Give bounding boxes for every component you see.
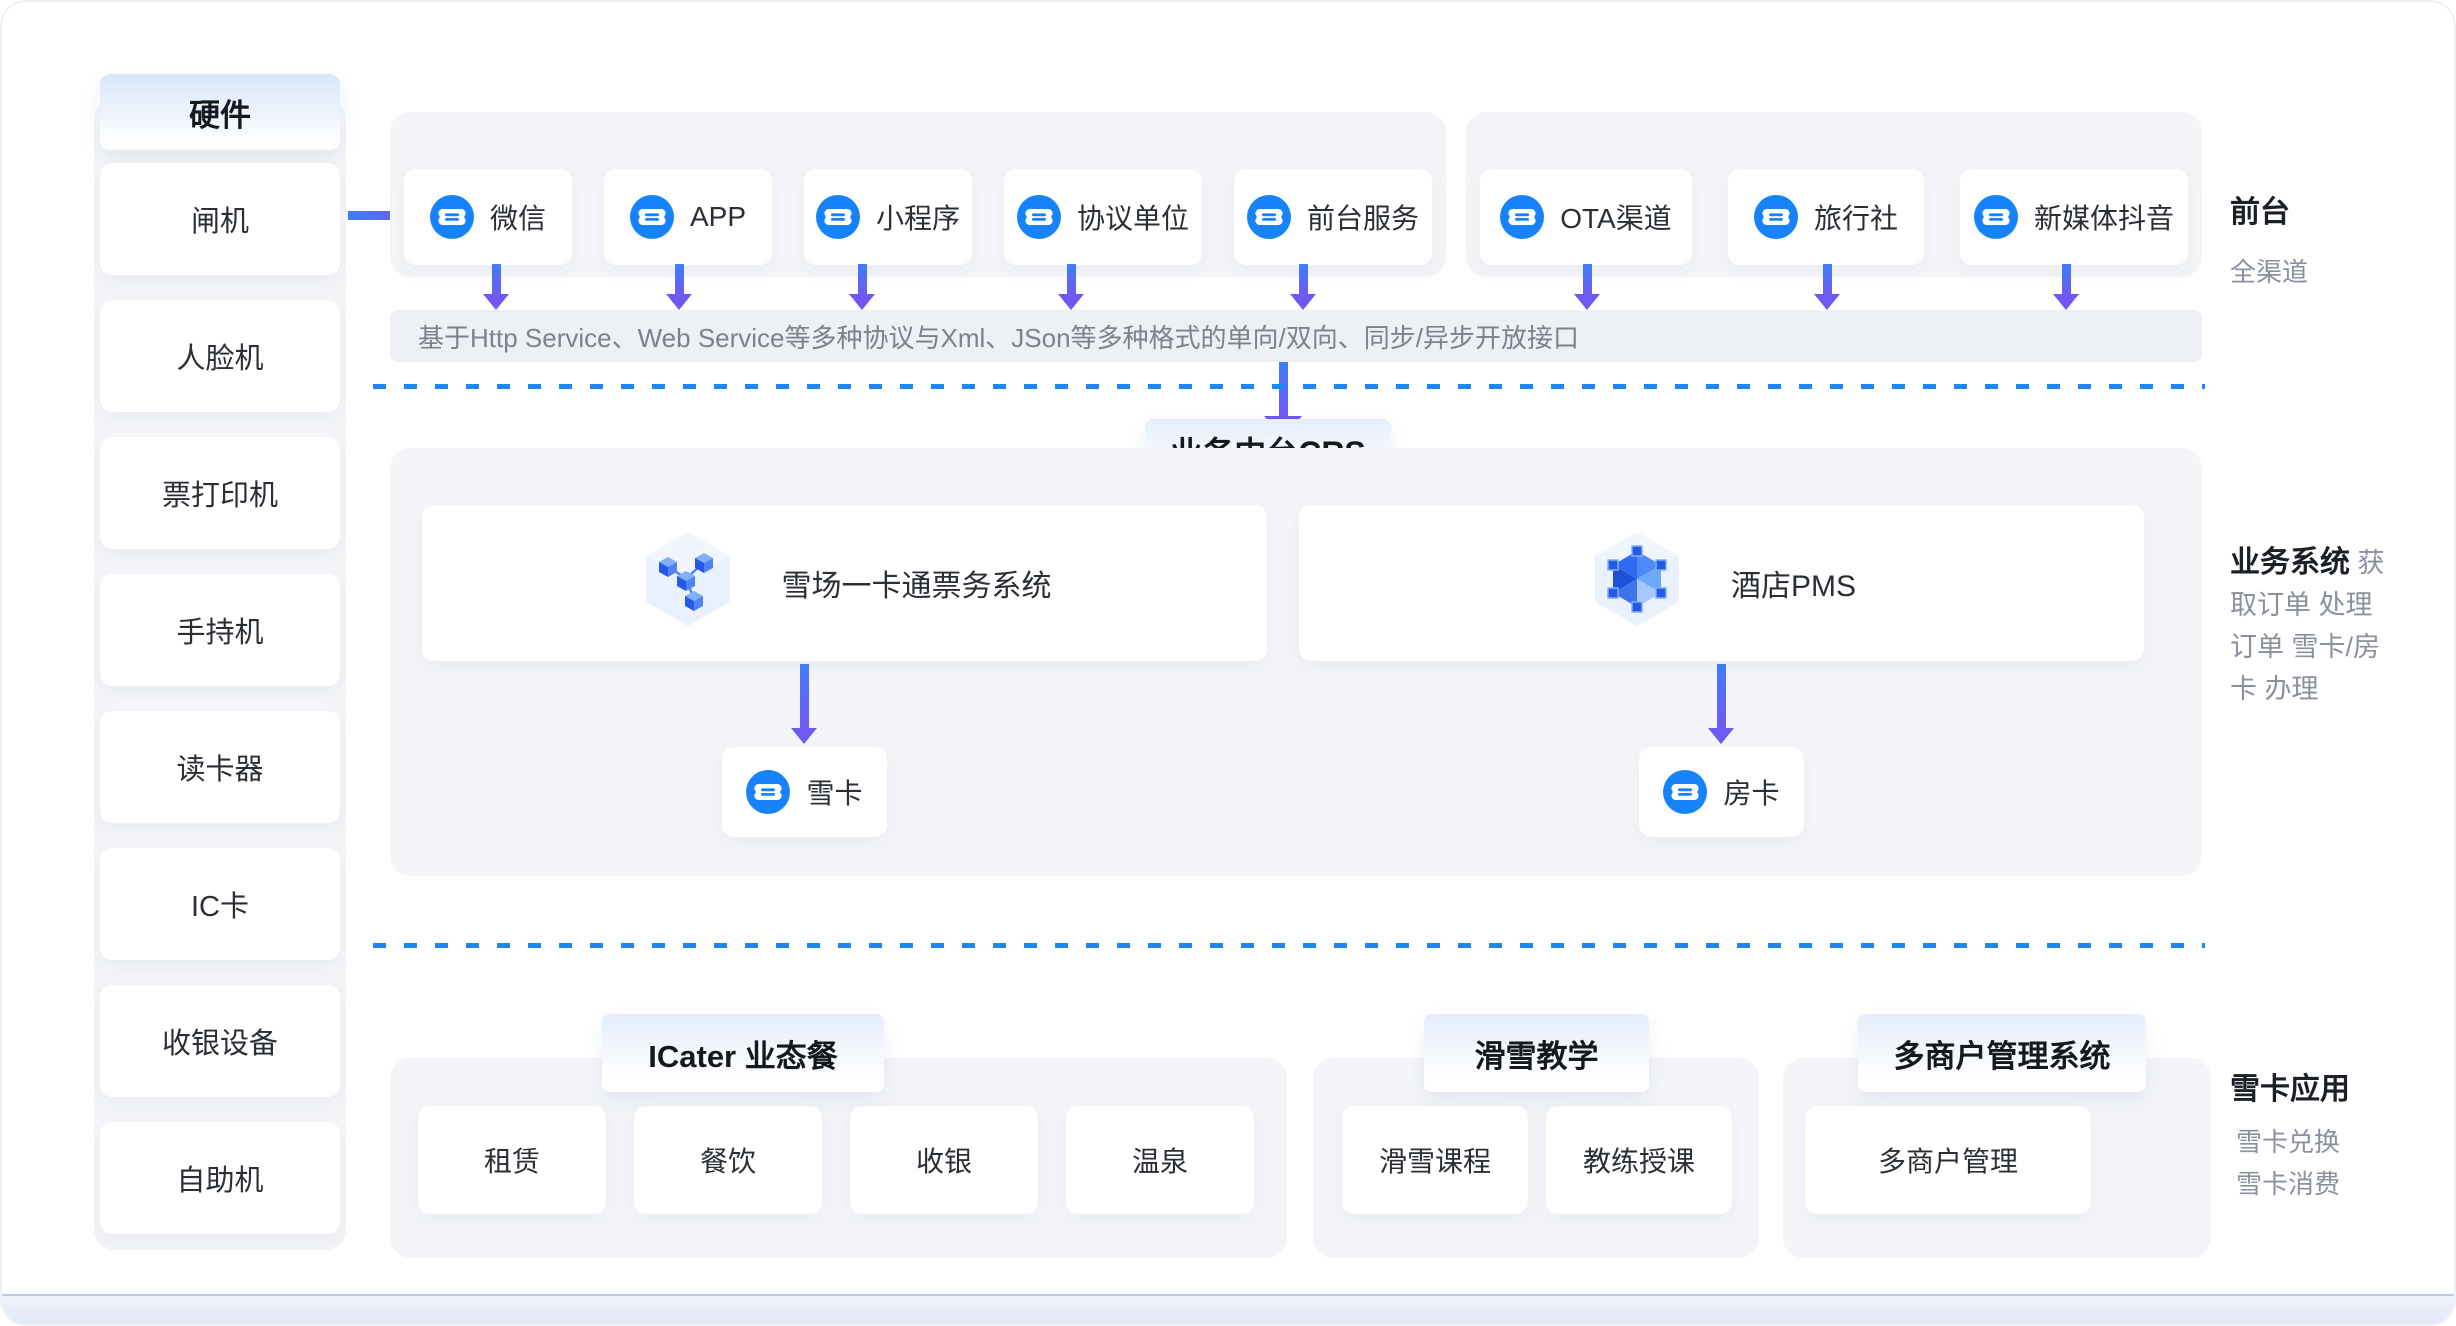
snow-card-consume-label: 雪卡消费 [2236,1164,2340,1201]
channel-ota: OTA渠道 [1480,169,1692,265]
icater-item-hotspring: 温泉 [1066,1106,1254,1214]
architecture-diagram: 硬件 闸机 人脸机 票打印机 手持机 读卡器 IC卡 收银设备 自助机 微信 A… [0,0,2456,1326]
card-ticket-icon [1017,195,1061,239]
arrow-frontdesk-to-gateway [1290,264,1316,310]
hardware-item-card-reader: 读卡器 [100,711,340,823]
hardware-item-cashier-device: 收银设备 [100,985,340,1097]
arrow-agreement-to-gateway [1058,264,1084,310]
card-ticket-icon [1247,195,1291,239]
hardware-item-handheld: 手持机 [100,574,340,686]
all-channels-label: 全渠道 [2230,252,2308,289]
icater-section-title: ICater 业态餐 [602,1014,884,1092]
ski-item-coaching: 教练授课 [1546,1106,1732,1214]
hardware-list: 闸机 人脸机 票打印机 手持机 读卡器 IC卡 收银设备 自助机 [100,163,340,1234]
ski-teaching-section-title: 滑雪教学 [1424,1014,1649,1092]
icater-item-cashier: 收银 [850,1106,1038,1214]
business-system-label: 业务系统 获取订单 处理订单 雪卡/房卡 办理 [2230,542,2390,710]
bottom-accent-band [2,1294,2454,1324]
arrow-app-to-gateway [666,264,692,310]
card-ticket-icon [746,770,790,814]
dotted-separator-top [373,384,2205,389]
channel-mini-program: 小程序 [804,169,972,265]
dotted-separator-bottom [373,943,2205,948]
card-ticket-icon [630,195,674,239]
hexagon-gem-icon [1587,529,1687,629]
business-system-title: 业务系统 [2230,546,2350,579]
snow-card-redeem-label: 雪卡兑换 [2236,1122,2340,1159]
arrow-pms-to-roomcard [1708,664,1734,744]
channel-agreement-unit: 协议单位 [1004,169,1202,265]
arrow-wechat-to-gateway [483,264,509,310]
cube-cluster-icon [638,529,738,629]
channel-wechat: 微信 [404,169,572,265]
snow-card-app-label: 雪卡应用 [2230,1064,2350,1108]
multi-merchant-section-title: 多商户管理系统 [1858,1014,2146,1092]
multi-merchant-item: 多商户管理 [1805,1106,2091,1214]
hardware-panel-title: 硬件 [100,74,340,150]
hardware-item-ic-card: IC卡 [100,848,340,960]
system-hotel-pms: 酒店PMS [1299,505,2144,661]
output-room-card: 房卡 [1639,747,1804,837]
output-snow-card: 雪卡 [722,747,887,837]
card-ticket-icon [1974,195,2018,239]
open-api-gateway-bar: 基于Http Service、Web Service等多种协议与Xml、JSon… [390,310,2202,362]
ski-item-courses: 滑雪课程 [1342,1106,1528,1214]
arrow-miniprogram-to-gateway [849,264,875,310]
icater-item-dining: 餐饮 [634,1106,822,1214]
gateway-text: 基于Http Service、Web Service等多种协议与Xml、JSon… [418,318,1579,355]
hardware-item-self-service: 自助机 [100,1122,340,1234]
hardware-item-ticket-printer: 票打印机 [100,437,340,549]
front-office-label: 前台 [2230,187,2290,231]
channel-travel-agency: 旅行社 [1728,169,1924,265]
card-ticket-icon [1500,195,1544,239]
arrow-ticketing-to-snowcard [791,664,817,744]
system-ticketing: 雪场一卡通票务系统 [422,505,1267,661]
channel-group-direct: 微信 APP 小程序 协议单位 前台服务 [390,112,1446,277]
channel-front-desk-service: 前台服务 [1234,169,1432,265]
channel-new-media-douyin: 新媒体抖音 [1960,169,2188,265]
card-ticket-icon [1754,195,1798,239]
hardware-item-face-machine: 人脸机 [100,300,340,412]
card-ticket-icon [816,195,860,239]
channel-group-ota: OTA渠道 旅行社 新媒体抖音 [1466,112,2202,277]
arrow-douyin-to-gateway [2053,264,2079,310]
channel-app: APP [604,169,772,265]
icater-item-rental: 租赁 [418,1106,606,1214]
arrow-travel-to-gateway [1814,264,1840,310]
arrow-ota-to-gateway [1574,264,1600,310]
card-ticket-icon [430,195,474,239]
hardware-item-gate-machine: 闸机 [100,163,340,275]
card-ticket-icon [1663,770,1707,814]
